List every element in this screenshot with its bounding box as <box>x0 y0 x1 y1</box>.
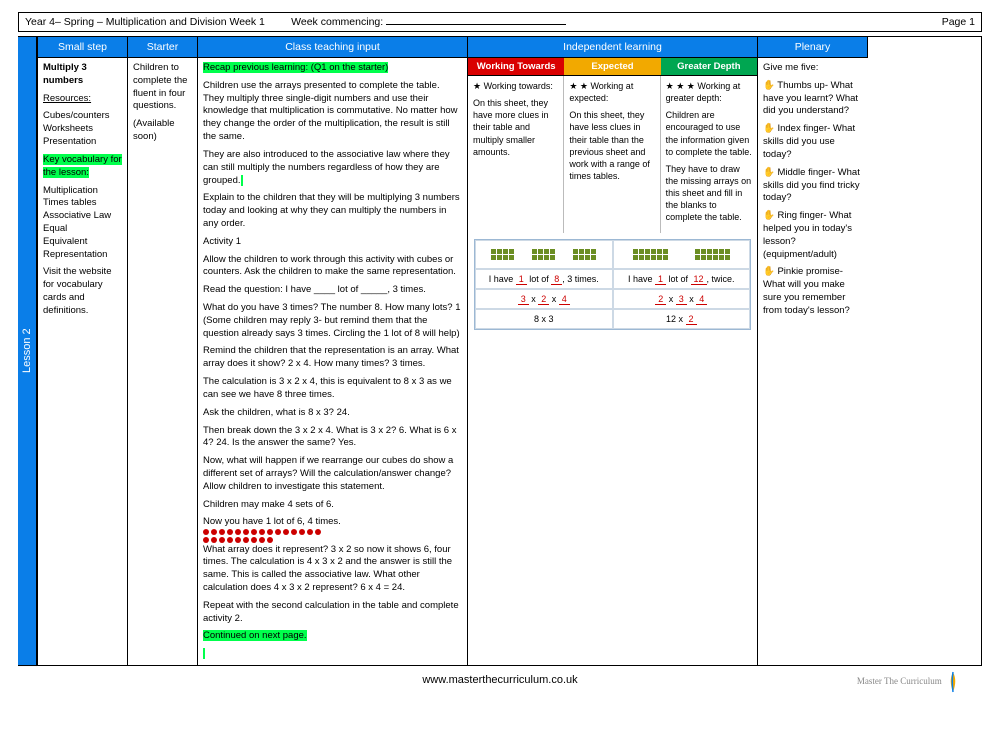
plenary-thumb: ✋ Thumbs up- What have you learnt? What … <box>763 80 863 118</box>
ci-p5: Read the question: I have ____ lot of __… <box>203 284 462 297</box>
main-content: Lesson 2 Small step Starter Class teachi… <box>18 36 982 666</box>
lesson-tab: Lesson 2 <box>18 36 37 666</box>
ci-p10: Then break down the 3 x 2 x 4. What is 3… <box>203 425 462 451</box>
ci-p4: Allow the children to work through this … <box>203 254 462 280</box>
ci-p3: Explain to the children that they will b… <box>203 192 462 230</box>
vocab-list: Multiplication Times tables Associative … <box>43 185 122 262</box>
wt-header: Working Towards <box>468 58 564 76</box>
diag-r2: 2 x 3 x 4 <box>613 289 751 309</box>
small-step-cell: Multiply 3 numbers Resources: Cubes/coun… <box>38 58 128 665</box>
array-diagram: I have 1 lot of 8, 3 times. I have 1 lot… <box>474 239 751 330</box>
diag-r3: 12 x 2 <box>613 309 751 329</box>
brand-logo: Master The Curriculum <box>857 670 962 694</box>
diag-r1: I have 1 lot of 12, twice. <box>613 269 751 289</box>
ci-p9: Ask the children, what is 8 x 3? 24. <box>203 407 462 420</box>
ci-p7: Remind the children that the representat… <box>203 345 462 371</box>
ex-body: ★ ★ Working at expected: On this sheet, … <box>564 76 660 233</box>
ci-p14: Repeat with the second calculation in th… <box>203 600 462 626</box>
col-small-step: Small step <box>38 37 128 58</box>
gd-body: ★ ★ ★ Working at greater depth: Children… <box>661 76 757 233</box>
week-commencing-label: Week commencing: <box>291 16 383 28</box>
col-starter: Starter <box>128 37 198 58</box>
plenary-ring: ✋ Ring finger- What helped you in today'… <box>763 210 863 261</box>
feather-icon <box>944 670 962 694</box>
ci-p11: Now, what will happen if we rearrange ou… <box>203 455 462 493</box>
col-class-input: Class teaching input <box>198 37 468 58</box>
ex-text: On this sheet, they have less clues in t… <box>569 109 654 182</box>
ci-p12: Children may make 4 sets of 6. <box>203 499 462 512</box>
resources-list: Cubes/counters Worksheets Presentation <box>43 110 122 148</box>
col-plenary: Plenary <box>758 37 868 58</box>
ex-star: ★ ★ Working at expected: <box>569 80 654 104</box>
vocab-note: Visit the website for vocabulary cards a… <box>43 266 122 317</box>
ci-p1: Children use the arrays presented to com… <box>203 80 462 144</box>
gd-text1: Children are encouraged to use the infor… <box>666 109 752 158</box>
col-independent: Independent learning <box>468 37 758 58</box>
ci-p8: The calculation is 3 x 2 x 4, this is eq… <box>203 376 462 402</box>
starter-text: Children to complete the fluent in four … <box>133 62 192 113</box>
ex-header: Expected <box>564 58 660 76</box>
wt-star: ★ Working towards: <box>473 80 558 92</box>
footer-url: www.masterthecurriculum.co.uk <box>422 674 577 686</box>
ci-p6: What do you have 3 times? The number 8. … <box>203 302 462 340</box>
step-title: Multiply 3 numbers <box>43 62 87 86</box>
ci-p2: They are also introduced to the associat… <box>203 149 450 186</box>
plenary-cell: Give me five: ✋ Thumbs up- What have you… <box>758 58 868 665</box>
ci-p13a: Now you have 1 lot of 6, 4 times. <box>203 516 341 527</box>
page-header: Year 4– Spring – Multiplication and Divi… <box>18 12 982 32</box>
doc-title: Year 4– Spring – Multiplication and Divi… <box>25 16 265 28</box>
gd-star: ★ ★ ★ Working at greater depth: <box>666 80 752 104</box>
page-footer: www.masterthecurriculum.co.uk Master The… <box>18 674 982 686</box>
diag-l1: I have 1 lot of 8, 3 times. <box>475 269 613 289</box>
plenary-index: ✋ Index finger- What skills did you use … <box>763 123 863 161</box>
wt-text: On this sheet, they have more clues in t… <box>473 97 558 158</box>
vocab-label: Key vocabulary for the lesson: <box>43 154 122 178</box>
plenary-title: Give me five: <box>763 62 863 75</box>
lesson-grid: Small step Starter Class teaching input … <box>37 36 982 666</box>
plenary-pinkie: ✋ Pinkie promise- What will you make sur… <box>763 266 863 317</box>
ci-act1: Activity 1 <box>203 236 462 249</box>
wt-body: ★ Working towards: On this sheet, they h… <box>468 76 564 233</box>
page-number: Page 1 <box>942 16 975 28</box>
diag-l2: 3 x 2 x 4 <box>475 289 613 309</box>
gd-text2: They have to draw the missing arrays on … <box>666 163 752 224</box>
diag-l3: 8 x 3 <box>475 309 613 329</box>
class-input-cell: Recap previous learning: (Q1 on the star… <box>198 58 468 665</box>
plenary-middle: ✋ Middle finger- What skills did you fin… <box>763 167 863 205</box>
ci-continued: Continued on next page. <box>203 630 307 641</box>
resources-label: Resources: <box>43 93 91 104</box>
starter-avail: (Available soon) <box>133 118 192 144</box>
red-dot-array <box>203 529 323 543</box>
ci-p13b: What array does it represent? 3 x 2 so n… <box>203 544 452 593</box>
week-commencing-blank <box>386 24 566 25</box>
independent-cell: Working Towards Expected Greater Depth ★… <box>468 58 758 665</box>
starter-cell: Children to complete the fluent in four … <box>128 58 198 665</box>
gd-header: Greater Depth <box>661 58 757 76</box>
recap-heading: Recap previous learning: (Q1 on the star… <box>203 62 388 73</box>
